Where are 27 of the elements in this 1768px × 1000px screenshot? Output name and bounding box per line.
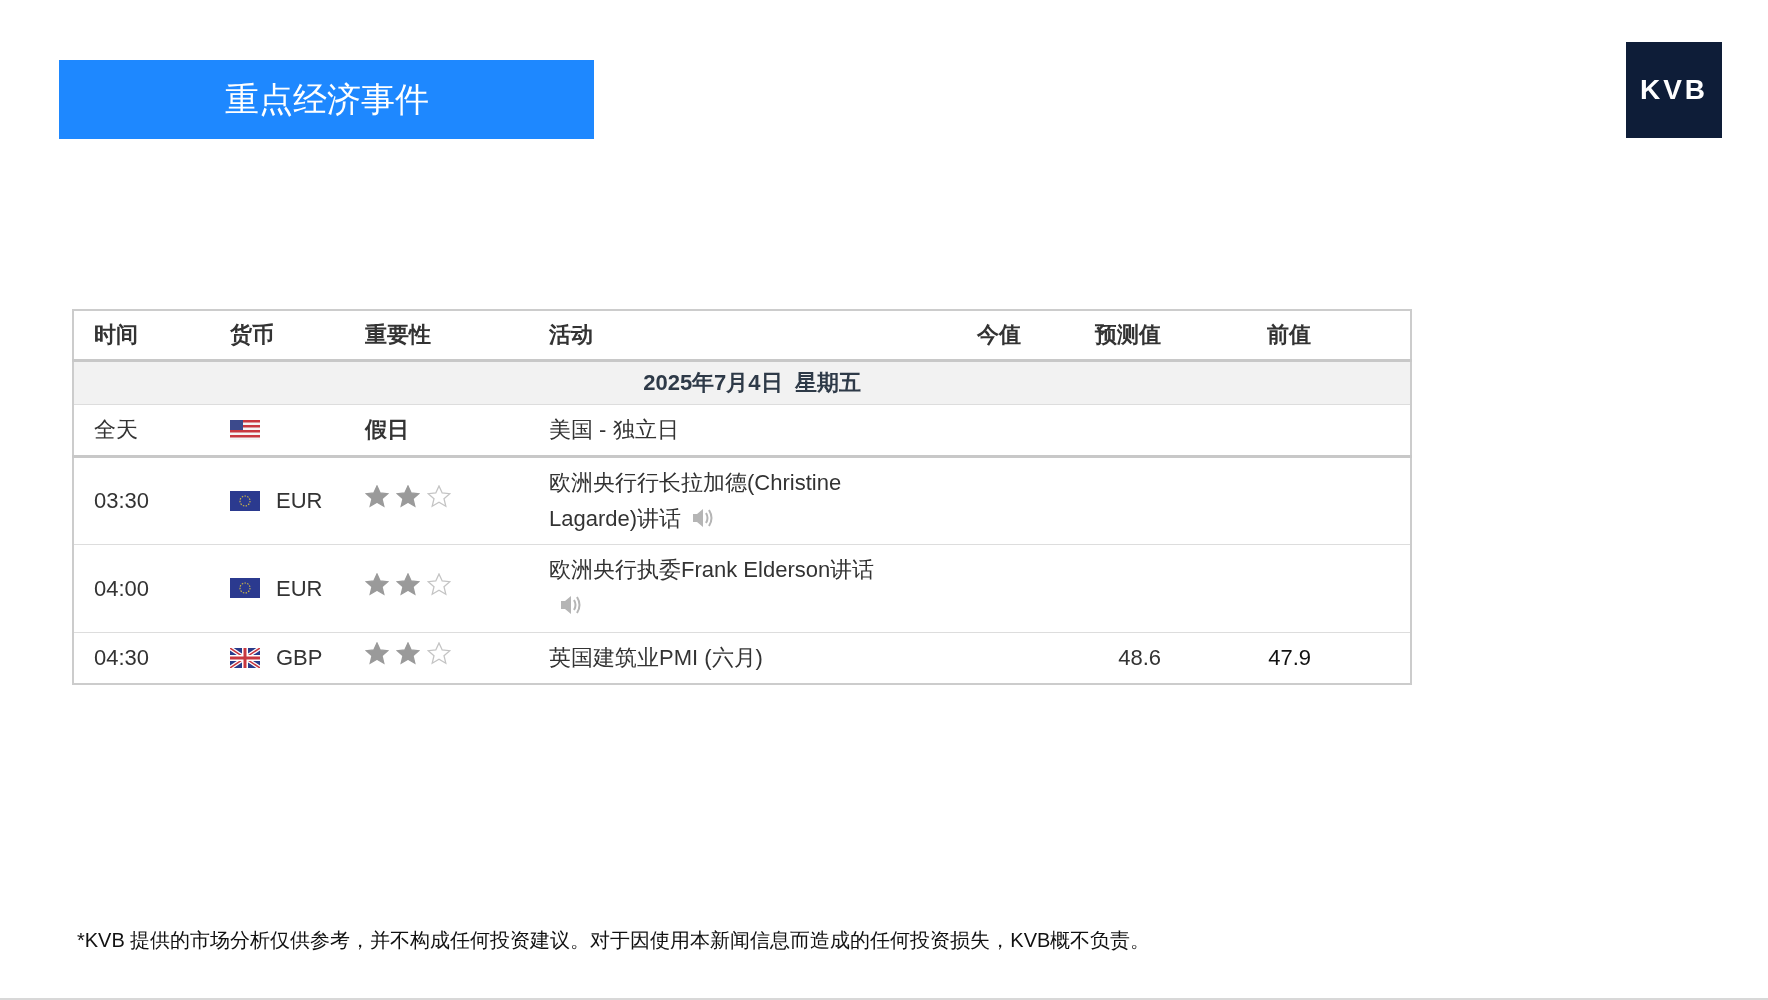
star-icon: [365, 642, 389, 666]
table-cell-text: GBP: [276, 644, 323, 673]
table-cell: 假日: [365, 417, 409, 442]
table-cell: 美国 - 独立日: [549, 416, 679, 442]
table-cell: 03:30: [73, 456, 210, 544]
table-cell: 欧洲央行行长拉加德(Christine Lagarde)讲话: [549, 469, 842, 531]
table-cell: 英国建筑业PMI (六月): [549, 644, 763, 670]
star-icon: [427, 642, 451, 666]
table-cell: 47.9: [1268, 645, 1311, 671]
disclaimer: *KVB 提供的市场分析仅供参考，并不构成任何投资建议。对于因使用本新闻信息而造成的任何投资损失，KVB概不负责。: [77, 928, 1151, 953]
star-icon: [396, 485, 420, 508]
table-cell: 全天: [73, 404, 210, 456]
table-cell-text: EUR: [276, 574, 323, 603]
star-icon: [365, 485, 389, 508]
table-cell: 04:30: [73, 632, 210, 684]
table-cell: 48.6: [1118, 645, 1161, 671]
table-cell-text: EUR: [276, 487, 323, 515]
table-cell: 欧洲央行执委Frank Elderson讲话: [549, 557, 875, 582]
table-cell: 04:00: [73, 544, 210, 632]
page-title: 重点经济事件: [59, 60, 594, 139]
star-icon: [396, 572, 420, 596]
date-row: 2025年7月4日 星期五: [73, 360, 1411, 404]
star-icon: [396, 642, 420, 666]
star-icon: [427, 485, 451, 508]
star-icon: [427, 572, 451, 596]
star-icon: [365, 572, 389, 596]
logo: KVB: [1626, 42, 1722, 138]
